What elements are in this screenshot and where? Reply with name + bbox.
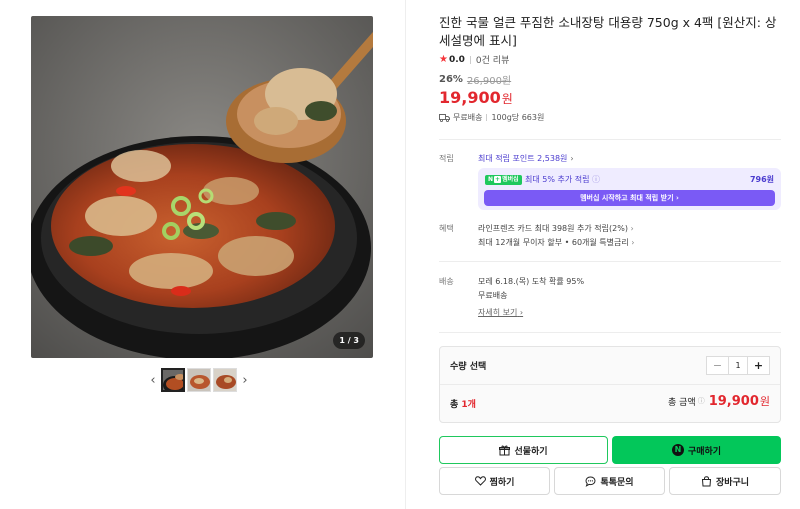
chevron-right-icon: › (676, 194, 679, 202)
product-title: 진한 국물 얼큰 푸짐한 소내장탕 대용량 750g x 4팩 [원산지: 상세… (439, 15, 777, 48)
naver-pay-icon: N (671, 444, 684, 456)
divider (439, 332, 781, 333)
gift-button[interactable]: 선물하기 (439, 436, 608, 464)
arrival-estimate: 모레 6.18.(목) 도착 확률 95% (478, 277, 585, 286)
membership-points-box: N + 멤버십 최대 5% 추가 적립 ⓘ 796원 멤버십 시작하고 최대 적립 … (478, 168, 781, 210)
shipping-summary: 무료배송 100g당 663원 (439, 112, 544, 123)
chevron-right-icon: › (631, 238, 635, 247)
wish-button[interactable]: 찜하기 (439, 467, 550, 495)
heart-icon (474, 476, 486, 486)
cart-button[interactable]: 장바구니 (669, 467, 781, 495)
quantity-title: 수량 선택 (450, 362, 487, 372)
truck-icon (439, 113, 450, 122)
total-count-value: 1개 (461, 400, 476, 410)
cart-button-label: 장바구니 (715, 477, 750, 488)
points-label: 적립 (439, 154, 454, 163)
quantity-input[interactable]: 1 (728, 357, 748, 374)
delivery-label: 배송 (439, 277, 454, 286)
soup-photo (31, 16, 373, 358)
buy-button[interactable]: N 구매하기 (612, 436, 781, 464)
gift-button-label: 선물하기 (514, 446, 548, 457)
delivery-detail-text: 자세히 보기 (478, 308, 518, 317)
membership-start-button[interactable]: 멤버십 시작하고 최대 적립 받기 › (484, 190, 775, 206)
card-benefit-link[interactable]: 라인프렌즈 카드 최대 398원 추가 적립(2%) › (478, 223, 634, 234)
discount-rate: 26% (439, 74, 463, 85)
shipping-fee: 무료배송 (453, 113, 483, 122)
info-icon[interactable]: ⓘ (698, 396, 705, 406)
thumbnail-strip: ‹ › (146, 368, 252, 392)
chevron-right-icon: › (570, 154, 574, 163)
npay-badge-text: 멤버십 (502, 176, 519, 183)
npay-membership-badge: N + 멤버십 (485, 175, 522, 185)
rating-score: 0.0 (448, 54, 465, 65)
chevron-right-icon: › (630, 224, 634, 233)
divider (439, 139, 781, 140)
sale-price: 19,900 원 (439, 88, 513, 107)
wish-button-label: 찜하기 (489, 477, 515, 488)
rating-separator (469, 55, 471, 64)
total-amount-unit: 원 (759, 395, 770, 408)
sale-price-unit: 원 (501, 92, 513, 106)
total-count: 총 1개 (450, 397, 476, 410)
membership-start-label: 멤버십 시작하고 최대 적립 받기 (580, 194, 674, 202)
quantity-minus-button[interactable]: − (707, 357, 728, 374)
extra-points-amount: 796원 (749, 175, 774, 184)
installment-benefit-link[interactable]: 최대 12개월 무이자 할부 • 60개월 특별금리 › (478, 237, 635, 248)
discount-row: 26% 26,900원 (439, 72, 511, 87)
shopping-bag-icon (701, 475, 711, 486)
column-divider (405, 0, 406, 509)
card-benefit-text: 라인프렌즈 카드 최대 398원 추가 적립(2%) (478, 224, 628, 233)
total-count-label: 총 (450, 400, 459, 410)
total-amount: 총 금액 ⓘ 19,900 원 (668, 393, 770, 409)
unit-price: 100g당 663원 (491, 113, 545, 122)
buy-button-label: 구매하기 (687, 446, 722, 457)
shipping-separator (486, 114, 488, 121)
sale-price-value: 19,900 (439, 88, 501, 107)
chevron-right-icon[interactable]: › (238, 368, 252, 392)
quantity-plus-button[interactable]: + (748, 357, 769, 374)
npay-n-logo: N (488, 176, 494, 183)
thumbnail-2[interactable] (187, 368, 211, 392)
divider (439, 261, 781, 262)
product-main-image[interactable]: 1 / 3 (31, 16, 373, 358)
quantity-stepper: − 1 + (706, 356, 770, 375)
plus-icon: + (494, 176, 502, 183)
gift-icon (499, 445, 511, 455)
delivery-fee: 무료배송 (478, 291, 508, 300)
thumbnail-3[interactable] (213, 368, 237, 392)
original-price: 26,900원 (466, 76, 512, 87)
extra-points-text: 최대 5% 추가 적립 ⓘ (525, 174, 600, 185)
max-points-link[interactable]: 최대 적립 포인트 2,538원 › (478, 153, 574, 164)
chat-bubble-icon (585, 475, 596, 487)
image-counter: 1 / 3 (333, 332, 365, 349)
installment-benefit-text: 최대 12개월 무이자 할부 • 60개월 특별금리 (478, 238, 629, 247)
quantity-panel: 수량 선택 − 1 + 총 1개 총 금액 ⓘ 19,900 원 (439, 346, 781, 423)
max-points-text: 최대 적립 포인트 2,538원 (478, 154, 568, 163)
chevron-left-icon[interactable]: ‹ (146, 368, 160, 392)
talktalk-button[interactable]: 톡톡문의 (554, 467, 665, 495)
total-amount-value: 19,900 (708, 393, 759, 409)
extra-points-label: 최대 5% 추가 적립 (525, 175, 590, 184)
talktalk-button-label: 톡톡문의 (600, 477, 634, 488)
rating-row: ★ 0.0 0건 리뷰 (439, 53, 509, 66)
star-icon: ★ (439, 54, 448, 65)
benefits-label: 혜택 (439, 224, 454, 233)
review-count-link[interactable]: 0건 리뷰 (476, 53, 509, 66)
quantity-divider (440, 384, 780, 385)
thumbnail-1[interactable] (161, 368, 185, 392)
chevron-right-icon: › (519, 308, 524, 317)
info-icon[interactable]: ⓘ (592, 175, 600, 184)
delivery-detail-link[interactable]: 자세히 보기 › (478, 307, 523, 318)
total-amount-label: 총 금액 (668, 397, 696, 408)
